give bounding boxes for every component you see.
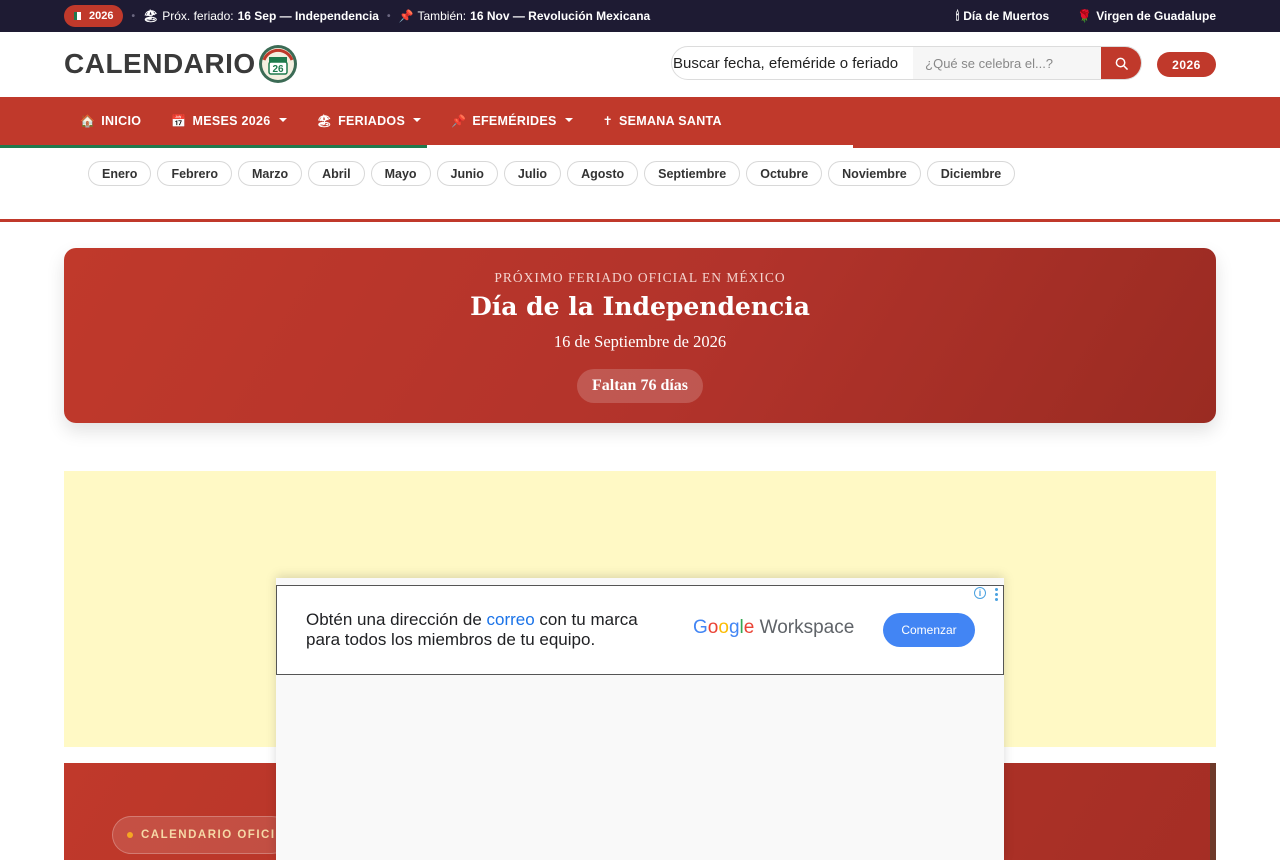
nav-item-efemerides[interactable]: 📌 EFEMÉRIDES: [451, 114, 573, 128]
site-logo[interactable]: CALENDARIO 26: [64, 44, 298, 84]
google-workspace-logo: Google Workspace: [693, 617, 854, 639]
month-pill-mayo[interactable]: Mayo: [370, 161, 431, 186]
ad-line1-highlight: correo: [486, 610, 535, 629]
nav-item-label: MESES 2026: [192, 114, 271, 128]
calendar-icon: 📅: [171, 114, 187, 128]
site-header: CALENDARIO 26 Buscar fecha, efeméride o …: [0, 32, 1280, 97]
next-holiday-value: 16 Sep — Independencia: [237, 9, 379, 23]
dia-de-muertos-link[interactable]: 🕯 Día de Muertos: [956, 9, 1049, 24]
virgen-guadalupe-link[interactable]: 🌹 Virgen de Guadalupe: [1077, 9, 1216, 23]
month-pill-agosto[interactable]: Agosto: [567, 161, 639, 186]
ad-line1-post: con tu marca: [534, 610, 638, 629]
countdown-badge: Faltan 76 días: [576, 369, 704, 403]
rose-icon: 🌹: [1077, 9, 1093, 23]
nav-item-feriados[interactable]: 🏖 FERIADOS: [317, 114, 422, 128]
ad-line1-pre: Obtén una dirección de: [306, 610, 487, 629]
chevron-down-icon: [564, 117, 573, 122]
status-dot-icon: [127, 832, 133, 838]
home-icon: 🏠: [80, 114, 96, 128]
ad-line2: para todos los miembros de tu equipo.: [306, 630, 596, 649]
cross-icon: ✝: [602, 114, 613, 128]
logo-seal-icon: 26: [258, 45, 297, 83]
chevron-down-icon: [413, 117, 422, 122]
ad-overlay: Obtén una dirección de correo con tu mar…: [276, 578, 1004, 860]
tricolor-stripe: [0, 145, 1280, 148]
year-badge[interactable]: 2026: [64, 5, 124, 27]
main-nav: 🏠 INICIO 📅 MESES 2026 🏖 FERIADOS 📌 EFEMÉ…: [0, 97, 1280, 148]
month-pill-abril[interactable]: Abril: [308, 161, 365, 186]
ad-menu-icon[interactable]: [995, 588, 998, 601]
month-pill-septiembre[interactable]: Septiembre: [644, 161, 741, 186]
next-holiday-link[interactable]: 🏖 Próx. feriado: 16 Sep — Independencia: [143, 9, 379, 23]
separator-dot: •: [386, 10, 391, 22]
month-pill-octubre[interactable]: Octubre: [746, 161, 823, 186]
nav-item-label: SEMANA SANTA: [618, 114, 722, 128]
candle-icon: 🕯: [955, 8, 960, 23]
search-bar: Buscar fecha, efeméride o feriado: [671, 46, 1142, 80]
nav-item-semana-santa[interactable]: ✝ SEMANA SANTA: [603, 114, 722, 128]
separator-dot: •: [131, 10, 135, 22]
ad-headline: Obtén una dirección de correo con tu mar…: [306, 610, 638, 650]
dia-de-muertos-label: Día de Muertos: [963, 9, 1050, 23]
also-holiday-link[interactable]: 📌 También: 16 Nov — Revolución Mexicana: [399, 9, 651, 23]
pushpin-icon: 📌: [398, 9, 414, 23]
also-holiday-value: 16 Nov — Revolución Mexicana: [470, 9, 651, 23]
logo-text: CALENDARIO: [64, 48, 256, 79]
banner-pill: CALENDARIO OFICI: [112, 816, 291, 854]
virgen-guadalupe-label: Virgen de Guadalupe: [1096, 9, 1216, 23]
year-badge-label: 2026: [89, 10, 114, 22]
search-icon: [1115, 57, 1128, 70]
pushpin-icon: 📌: [451, 114, 467, 128]
section-divider: [0, 219, 1280, 222]
nav-item-label: INICIO: [101, 114, 142, 128]
banner-edge: [1210, 763, 1216, 860]
workspace-wordmark: Workspace: [759, 617, 855, 638]
next-holiday-label: Próx. feriado:: [162, 9, 234, 23]
logo-seal-number: 26: [272, 64, 284, 75]
mexico-flag-icon: [74, 12, 84, 20]
hero-date: 16 de Septiembre de 2026: [553, 332, 727, 351]
year-selector-button[interactable]: 2026: [1157, 52, 1216, 77]
month-pill-julio[interactable]: Julio: [503, 161, 562, 186]
ad-cta-button[interactable]: Comenzar: [883, 613, 975, 647]
next-holiday-hero: PRÓXIMO FERIADO OFICIAL EN MÉXICO Día de…: [64, 248, 1216, 423]
month-pill-junio[interactable]: Junio: [436, 161, 498, 186]
nav-item-label: FERIADOS: [338, 114, 406, 128]
month-pill-noviembre[interactable]: Noviembre: [828, 161, 921, 186]
top-bar: 2026 • 🏖 Próx. feriado: 16 Sep — Indepen…: [0, 0, 1280, 32]
month-pill-marzo[interactable]: Marzo: [237, 161, 303, 186]
ad-card[interactable]: Obtén una dirección de correo con tu mar…: [276, 585, 1004, 675]
chevron-down-icon: [278, 117, 287, 122]
beach-umbrella-icon: 🏖: [143, 9, 159, 23]
search-label: Buscar fecha, efeméride o feriado: [673, 54, 899, 72]
banner-pill-label: CALENDARIO OFICI: [141, 829, 276, 841]
nav-item-inicio[interactable]: 🏠 INICIO: [80, 114, 141, 128]
beach-umbrella-icon: 🏖: [316, 114, 333, 128]
also-holiday-label: También:: [417, 9, 467, 23]
nav-item-label: EFEMÉRIDES: [472, 114, 557, 128]
ad-info-icon[interactable]: i: [974, 587, 986, 599]
month-selector: Enero Febrero Marzo Abril Mayo Junio Jul…: [88, 161, 1016, 186]
search-button[interactable]: [1101, 47, 1141, 79]
month-pill-enero[interactable]: Enero: [88, 161, 152, 186]
month-pill-diciembre[interactable]: Diciembre: [926, 161, 1016, 186]
nav-item-meses[interactable]: 📅 MESES 2026: [171, 114, 287, 128]
search-input[interactable]: [913, 47, 1102, 79]
hero-title: Día de la Independencia: [470, 292, 810, 321]
month-pill-febrero[interactable]: Febrero: [157, 161, 232, 186]
hero-kicker: PRÓXIMO FERIADO OFICIAL EN MÉXICO: [494, 270, 786, 285]
google-wordmark: Google: [693, 617, 755, 638]
